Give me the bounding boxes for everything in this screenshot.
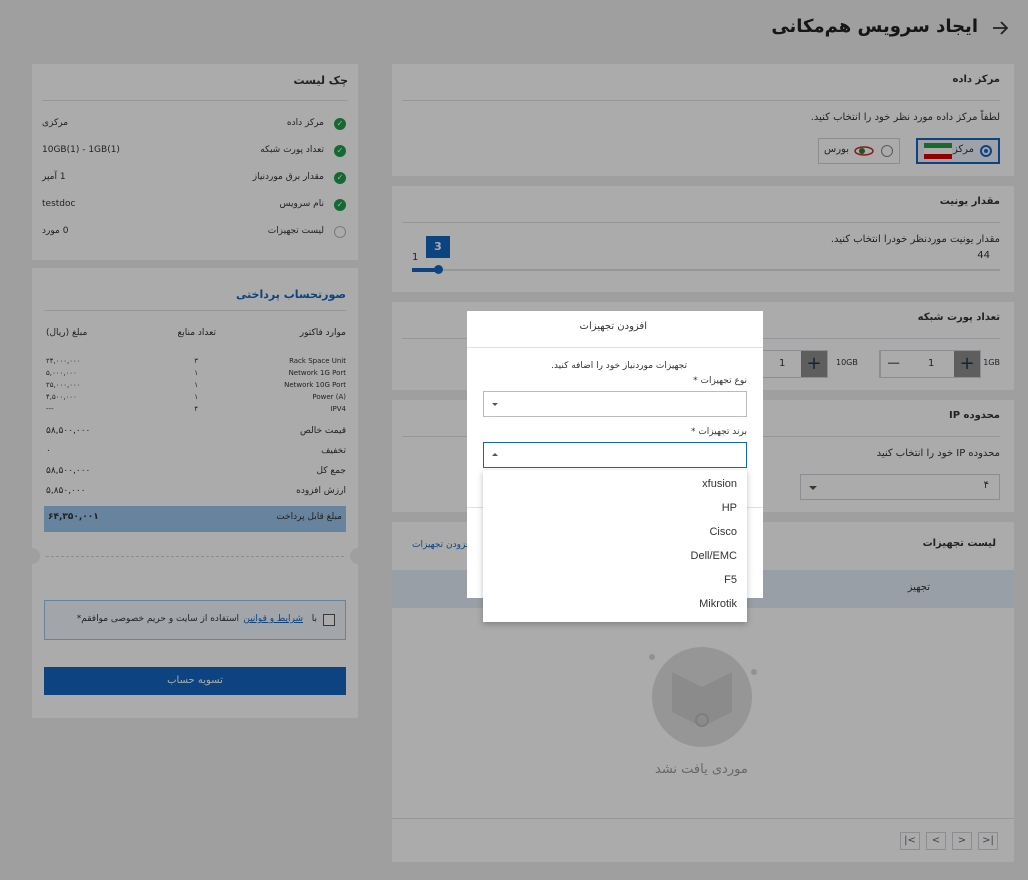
brand-option[interactable]: Dell/EMC: [691, 550, 737, 562]
brand-dropdown-list: xfusion HP Cisco Dell/EMC F5 Mikrotik: [483, 470, 747, 622]
divider: [467, 347, 763, 348]
chevron-down-icon: [492, 403, 498, 406]
modal-title: افزودن تجهیزات: [579, 321, 647, 332]
brand-option[interactable]: Mikrotik: [699, 598, 737, 610]
equipment-type-label: نوع تجهیزات *: [693, 376, 747, 386]
brand-option[interactable]: HP: [722, 502, 737, 514]
brand-option[interactable]: F5: [724, 574, 737, 586]
equipment-brand-label: برند تجهیزات *: [690, 427, 747, 437]
equipment-type-select[interactable]: [483, 391, 747, 417]
chevron-up-icon: [492, 453, 498, 456]
equipment-brand-select[interactable]: [483, 442, 747, 468]
modal-hint: تجهیزات موردنیاز خود را اضافه کنید.: [551, 361, 687, 371]
brand-option[interactable]: Cisco: [709, 526, 737, 538]
brand-option[interactable]: xfusion: [702, 478, 737, 490]
